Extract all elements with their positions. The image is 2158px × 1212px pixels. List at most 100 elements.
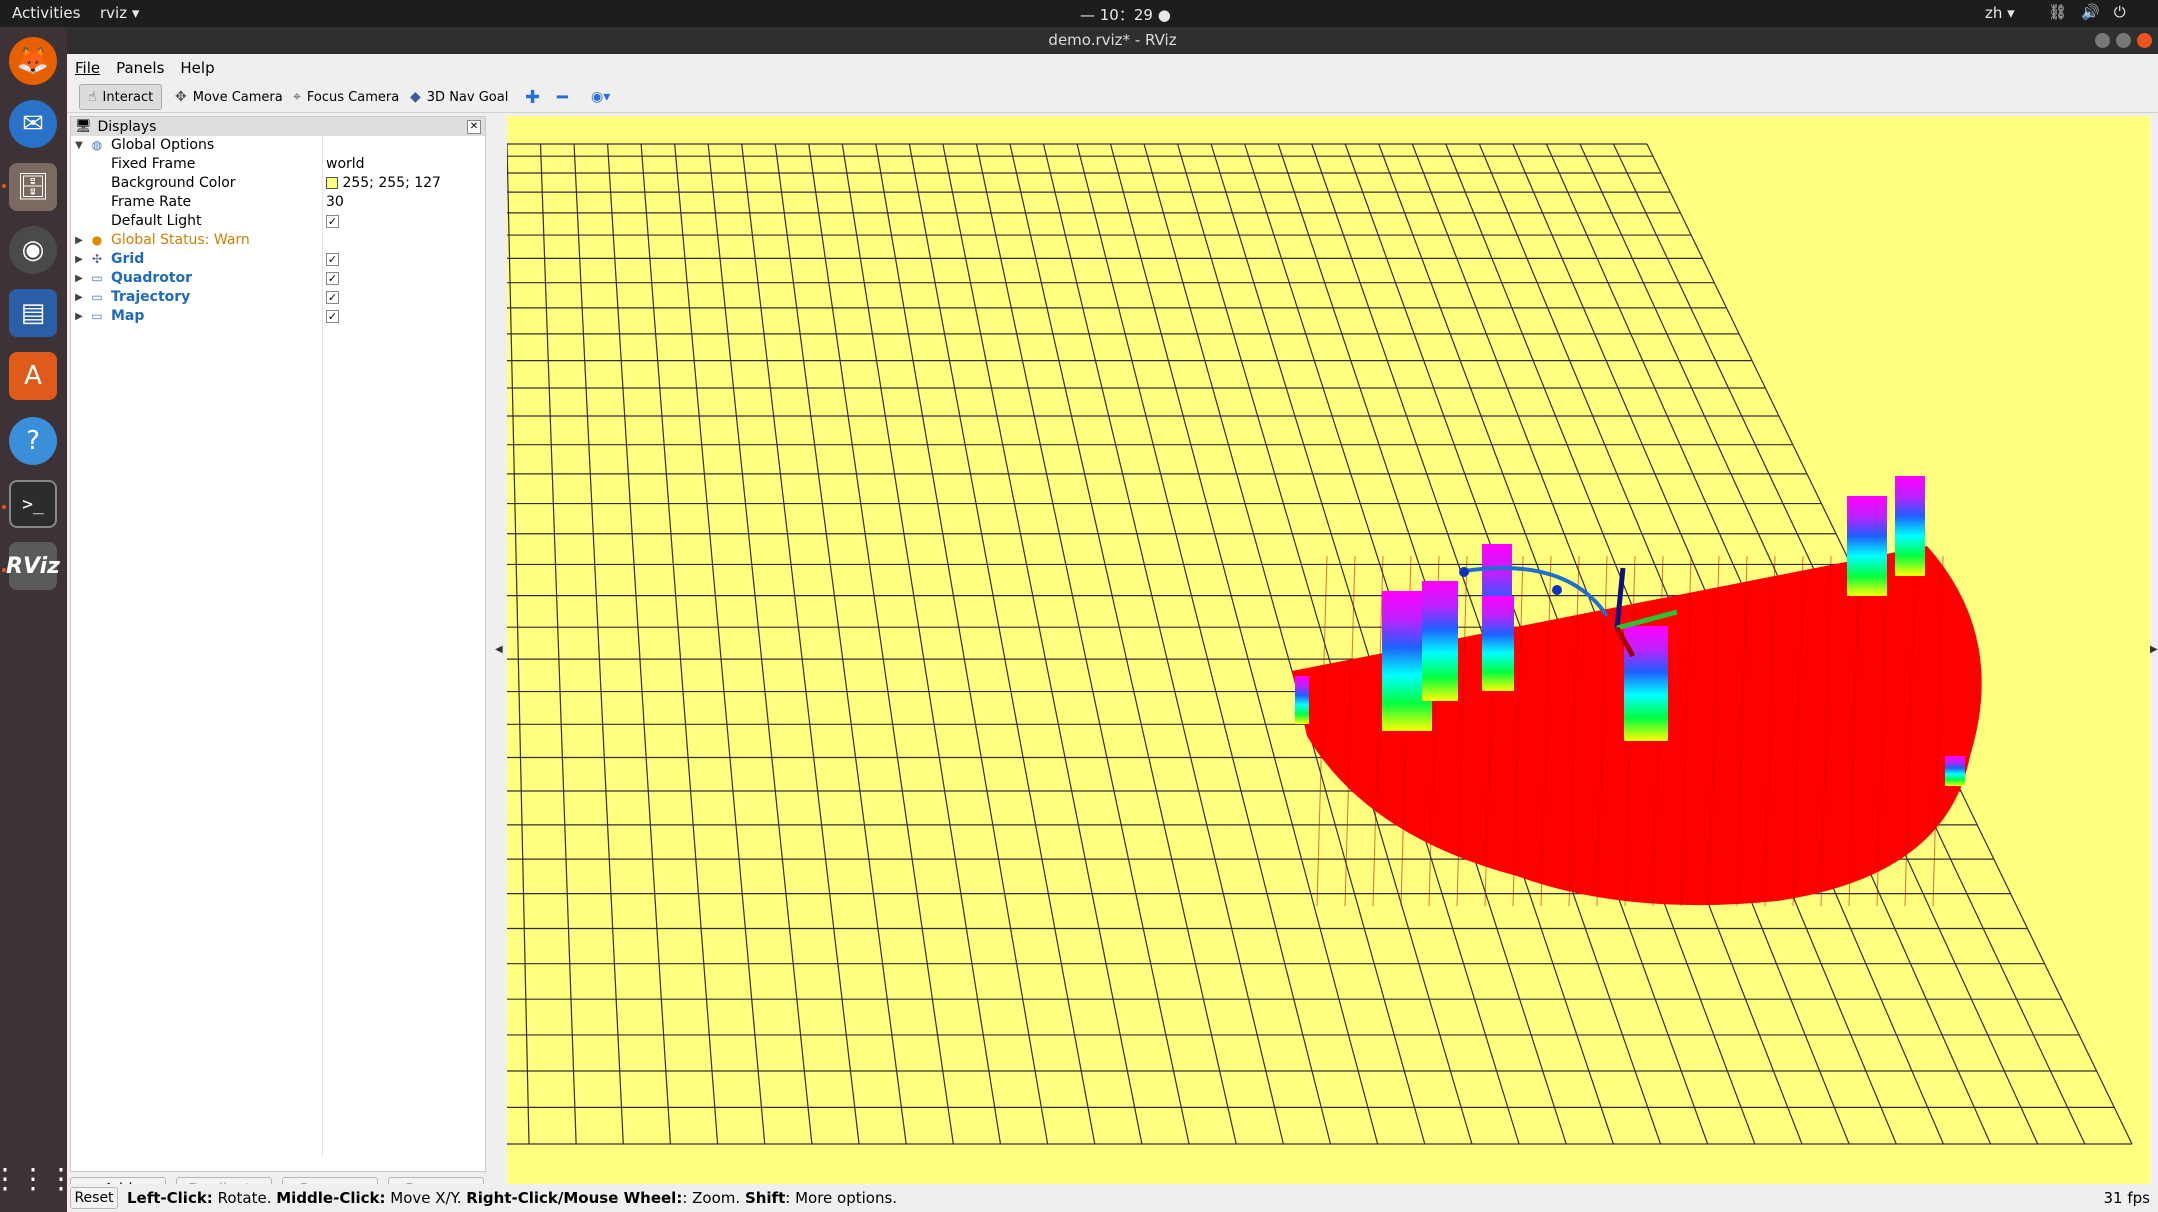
grid-line [808, 143, 954, 1145]
remove-tool-button[interactable]: ━ [549, 84, 576, 110]
fps-counter: 31 fps [2103, 1189, 2150, 1207]
fixed-frame-row[interactable]: Fixed Frame world [71, 155, 485, 174]
grid-line [774, 143, 907, 1145]
help-desc: : More options. [785, 1189, 898, 1207]
global-options-row[interactable]: ▼ ◍ Global Options [71, 136, 485, 155]
globe-icon: ◍ [91, 138, 103, 152]
display-item-grid[interactable]: ▶ ✣ Grid ✓ [71, 250, 485, 269]
frame-rate-row[interactable]: Frame Rate 30 [71, 193, 485, 212]
focus-camera-tool[interactable]: ⌖ Focus Camera [285, 84, 407, 110]
default-light-row[interactable]: Default Light ✓ [71, 212, 485, 231]
display-item-map[interactable]: ▶ ▭ Map ✓ [71, 307, 485, 326]
title-bar: demo.rviz* - RViz [67, 27, 2158, 54]
frame-rate-value[interactable]: 30 [326, 193, 344, 212]
files-icon[interactable]: 🗄 [9, 163, 57, 211]
input-language[interactable]: zh ▾ [1985, 4, 2015, 22]
grid-line [908, 143, 1096, 1145]
grid-icon: ✣ [91, 252, 103, 266]
folder-icon: ▭ [91, 290, 103, 304]
help-key: Right-Click/Mouse Wheel: [466, 1189, 683, 1207]
terminal-icon[interactable]: >_ [9, 480, 57, 528]
grid-line [606, 143, 672, 1145]
expand-arrow-icon[interactable]: ▶ [73, 250, 85, 269]
expand-arrow-icon[interactable]: ▶ [73, 288, 85, 307]
grid-line [741, 143, 860, 1145]
global-status-row[interactable]: ▶ ● Global Status: Warn [71, 231, 485, 250]
nav-goal-tool[interactable]: ◆ 3D Nav Goal [402, 84, 516, 110]
menu-panels[interactable]: Panels [108, 54, 172, 82]
display-tree: ▼ ◍ Global Options Fixed Frame world Bac… [71, 136, 485, 326]
default-light-checkbox[interactable]: ✓ [326, 212, 339, 231]
obstacle-pillar [1847, 496, 1887, 596]
volume-icon: 🔊 [2081, 3, 2100, 21]
move-icon: ✥ [175, 89, 187, 105]
grid-line [507, 143, 530, 1145]
menu-help[interactable]: Help [172, 54, 222, 82]
collapse-arrow-icon[interactable]: ▼ [73, 136, 85, 155]
collapse-left-panel-icon[interactable]: ◀ [495, 644, 503, 655]
tool-bar: ☝ Interact ✥ Move Camera ⌖ Focus Camera … [67, 80, 2158, 113]
interact-label: Interact [102, 89, 154, 105]
grid-line [1009, 143, 1237, 1145]
displays-header: 🖥 Displays ✕ [71, 117, 485, 136]
color-swatch [326, 177, 338, 189]
expand-arrow-icon[interactable]: ▶ [73, 231, 85, 250]
maximize-button[interactable] [2116, 33, 2131, 48]
writer-icon[interactable]: ▤ [9, 289, 57, 337]
focus-camera-label: Focus Camera [306, 89, 400, 105]
collapse-right-panel-icon[interactable]: ▶ [2150, 644, 2158, 655]
clock[interactable]: — 10：29 ● [1080, 4, 1171, 25]
tool-properties-button[interactable]: ◉▾ [583, 84, 618, 110]
background-color-row[interactable]: Background Color 255; 255; 127 [71, 174, 485, 193]
power-icon: ⏻ [2113, 3, 2126, 21]
display-enable-checkbox[interactable]: ✓ [326, 269, 339, 288]
grid-line [942, 143, 1143, 1145]
reset-button[interactable]: Reset [70, 1187, 118, 1209]
menu-file[interactable]: File [67, 54, 108, 82]
dock: 🦊 ✉ 🗄 ◉ ▤ A ? >_ RViz ⋮⋮⋮ [0, 27, 75, 1212]
grid-line [1109, 143, 1379, 1145]
hand-icon: ☝ [88, 89, 97, 105]
display-enable-checkbox[interactable]: ✓ [326, 307, 339, 326]
system-tray[interactable]: ⛓ 🔊 ⏻ [2048, 3, 2126, 21]
add-tool-button[interactable]: ✚ [517, 84, 548, 110]
fixed-frame-value[interactable]: world [326, 155, 365, 174]
render-viewport[interactable] [507, 116, 2150, 1209]
activities-button[interactable]: Activities [12, 4, 80, 22]
display-enable-checkbox[interactable]: ✓ [326, 250, 339, 269]
monitor-icon: 🖥 [75, 119, 92, 134]
minimize-button[interactable] [2095, 33, 2110, 48]
move-camera-tool[interactable]: ✥ Move Camera [167, 84, 291, 110]
app-menu[interactable]: rviz ▾ [100, 4, 139, 22]
minus-icon: ━ [557, 86, 568, 108]
help-desc: Rotate. [212, 1189, 277, 1207]
interact-tool[interactable]: ☝ Interact [79, 84, 163, 110]
display-item-quadrotor[interactable]: ▶ ▭ Quadrotor ✓ [71, 269, 485, 288]
software-center-icon[interactable]: A [9, 352, 57, 400]
help-key: Left-Click: [127, 1189, 213, 1207]
status-bar: Reset Left-Click: Rotate. Middle-Click: … [67, 1184, 2158, 1212]
fixed-frame-label: Fixed Frame [111, 156, 196, 172]
obstacle-pillar [1422, 581, 1458, 701]
display-enable-checkbox[interactable]: ✓ [326, 288, 339, 307]
firefox-icon[interactable]: 🦊 [9, 37, 57, 85]
help-key: Shift [744, 1189, 786, 1207]
background-color-value[interactable]: 255; 255; 127 [326, 174, 441, 193]
checkmark-icon: ✓ [326, 309, 339, 323]
close-button[interactable] [2137, 33, 2152, 48]
help-icon[interactable]: ? [9, 417, 57, 465]
rviz-icon[interactable]: RViz [6, 542, 60, 590]
rhythmbox-icon[interactable]: ◉ [9, 226, 57, 274]
expand-arrow-icon[interactable]: ▶ [73, 269, 85, 288]
checkmark-icon: ✓ [326, 271, 339, 285]
expand-arrow-icon[interactable]: ▶ [73, 307, 85, 326]
close-icon[interactable]: ✕ [467, 119, 481, 134]
display-item-trajectory[interactable]: ▶ ▭ Trajectory ✓ [71, 288, 485, 307]
displays-panel: 🖥 Displays ✕ ▼ ◍ Global Options Fixed Fr… [70, 116, 486, 1172]
help-desc: Move X/Y. [385, 1189, 467, 1207]
obstacle-pillar [1482, 596, 1514, 691]
grid-line [707, 143, 813, 1145]
eye-icon: ◉▾ [591, 89, 611, 105]
show-apps-icon[interactable]: ⋮⋮⋮ [0, 1154, 75, 1202]
thunderbird-icon[interactable]: ✉ [9, 100, 57, 148]
